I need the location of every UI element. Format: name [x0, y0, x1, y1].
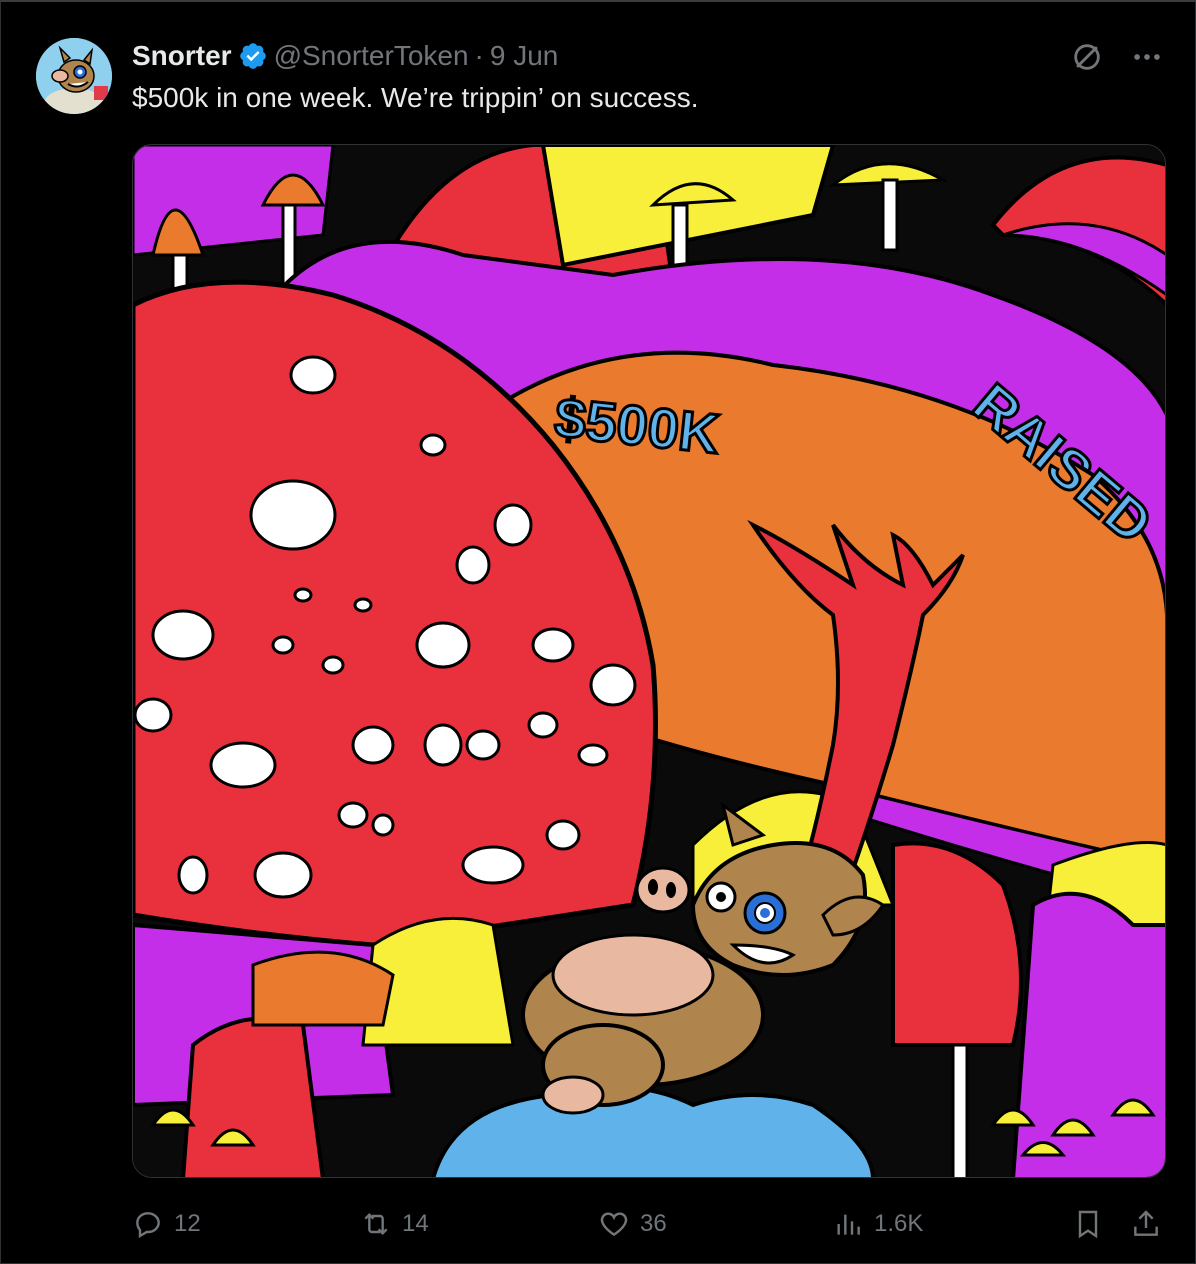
tweet-header: Snorter @SnorterToken · 9 Jun — [132, 38, 558, 74]
share-button[interactable] — [1130, 1200, 1162, 1248]
avatar[interactable] — [36, 38, 112, 114]
like-count: 36 — [640, 1210, 667, 1237]
tweet-text: $500k in one week. We’re trippin’ on suc… — [132, 82, 699, 113]
like-button[interactable]: 36 — [598, 1200, 667, 1248]
author-name[interactable]: Snorter — [132, 40, 232, 72]
repost-button[interactable]: 14 — [360, 1200, 429, 1248]
views-count: 1.6K — [874, 1210, 924, 1237]
verified-badge-icon[interactable] — [238, 41, 268, 71]
reply-icon — [136, 1212, 160, 1239]
grok-icon[interactable] — [1068, 38, 1106, 76]
reply-count: 12 — [174, 1210, 201, 1237]
bookmark-button[interactable] — [1072, 1200, 1104, 1248]
reply-button[interactable]: 12 — [132, 1200, 201, 1248]
tweet-date[interactable]: 9 Jun — [490, 40, 559, 72]
more-icon[interactable] — [1128, 38, 1166, 76]
action-bar: 12 14 36 1.6K — [132, 1200, 1166, 1248]
repost-icon — [364, 1212, 388, 1236]
tweet-image[interactable]: $500K RAISED — [132, 144, 1166, 1178]
author-handle[interactable]: @SnorterToken — [274, 40, 469, 72]
views-button[interactable]: 1.6K — [832, 1200, 923, 1248]
share-icon — [1134, 1210, 1158, 1236]
repost-count: 14 — [402, 1210, 429, 1237]
top-icons — [1068, 38, 1166, 76]
separator-dot: · — [474, 40, 484, 71]
bookmark-icon — [1078, 1210, 1098, 1239]
views-icon — [837, 1214, 860, 1235]
heart-icon — [600, 1212, 628, 1237]
